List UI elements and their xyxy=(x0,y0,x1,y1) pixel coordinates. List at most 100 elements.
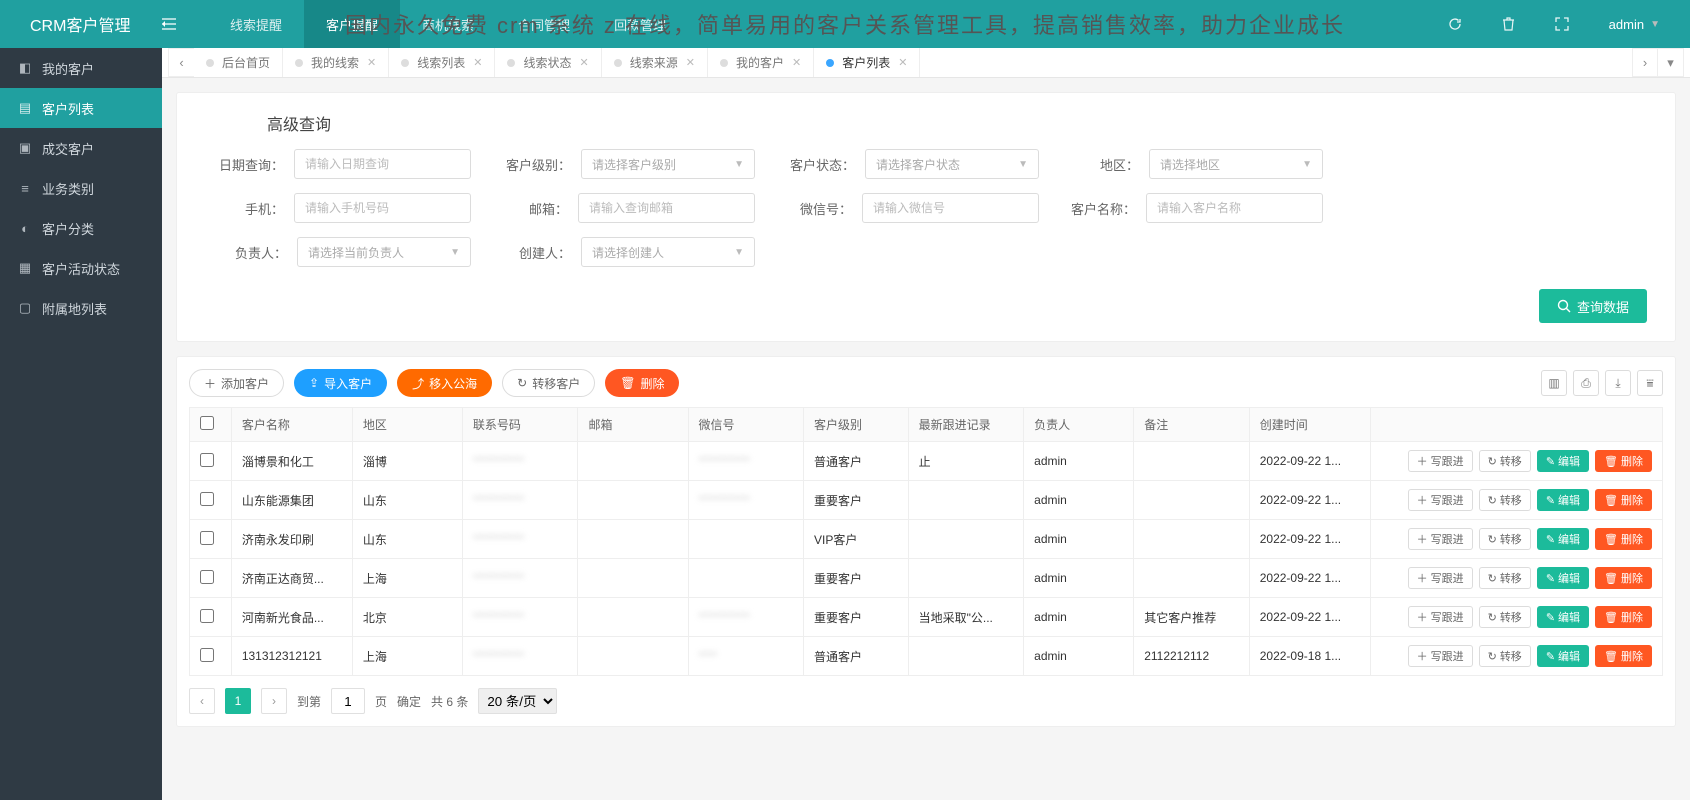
th-phone[interactable]: 联系号码 xyxy=(462,408,578,442)
row-delete-button[interactable]: 🗑删除 xyxy=(1595,489,1652,511)
th-owner[interactable]: 负责人 xyxy=(1024,408,1134,442)
refresh-icon[interactable] xyxy=(1448,17,1462,31)
row-edit-button[interactable]: ✎编辑 xyxy=(1537,528,1589,550)
row-checkbox[interactable] xyxy=(200,492,214,506)
select-owner[interactable]: 请选择当前负责人▼ xyxy=(297,237,471,267)
row-delete-button[interactable]: 🗑删除 xyxy=(1595,567,1652,589)
sidebar-item-3[interactable]: ≡业务类别 xyxy=(0,168,162,208)
to-public-button[interactable]: ⤴移入公海 xyxy=(397,369,492,397)
select-creator[interactable]: 请选择创建人▼ xyxy=(581,237,755,267)
pager-page-1[interactable]: 1 xyxy=(225,688,251,714)
select-area[interactable]: 请选择地区▼ xyxy=(1149,149,1323,179)
row-transfer-button[interactable]: ↻转移 xyxy=(1479,567,1531,589)
row-checkbox[interactable] xyxy=(200,453,214,467)
export-icon[interactable]: ⤓ xyxy=(1605,370,1631,396)
tab-3[interactable]: 线索状态✕ xyxy=(495,48,601,77)
tab-5[interactable]: 我的客户✕ xyxy=(708,48,814,77)
tab-6[interactable]: 客户列表✕ xyxy=(814,48,920,77)
pager-size-select[interactable]: 20 条/页 xyxy=(478,688,557,714)
row-transfer-button[interactable]: ↻转移 xyxy=(1479,645,1531,667)
pager-confirm[interactable]: 确定 xyxy=(397,693,421,710)
row-transfer-button[interactable]: ↻转移 xyxy=(1479,528,1531,550)
topnav-item-1[interactable]: 客户提醒 xyxy=(304,0,400,48)
row-edit-button[interactable]: ✎编辑 xyxy=(1537,645,1589,667)
pager-prev[interactable]: ‹ xyxy=(189,688,215,714)
tabs-prev[interactable]: ‹ xyxy=(168,48,194,77)
row-delete-button[interactable]: 🗑删除 xyxy=(1595,528,1652,550)
topnav-item-0[interactable]: 线索提醒 xyxy=(208,0,304,48)
th-name[interactable]: 客户名称 xyxy=(231,408,352,442)
tab-close-icon[interactable]: ✕ xyxy=(367,56,376,69)
row-transfer-button[interactable]: ↻转移 xyxy=(1479,606,1531,628)
row-edit-button[interactable]: ✎编辑 xyxy=(1537,567,1589,589)
topnav-item-2[interactable]: 商机线索 xyxy=(400,0,496,48)
th-wechat[interactable]: 微信号 xyxy=(688,408,804,442)
row-delete-button[interactable]: 🗑删除 xyxy=(1595,606,1652,628)
pager-goto-input[interactable] xyxy=(331,688,365,714)
row-edit-button[interactable]: ✎编辑 xyxy=(1537,450,1589,472)
row-transfer-button[interactable]: ↻转移 xyxy=(1479,450,1531,472)
row-delete-button[interactable]: 🗑删除 xyxy=(1595,450,1652,472)
query-button[interactable]: 查询数据 xyxy=(1539,289,1647,323)
input-phone[interactable] xyxy=(294,193,471,223)
checkbox-all[interactable] xyxy=(200,416,214,430)
print-icon[interactable]: ⎙ xyxy=(1573,370,1599,396)
sidebar-toggle[interactable] xyxy=(162,18,208,30)
delete-button[interactable]: 🗑删除 xyxy=(605,369,679,397)
input-date[interactable] xyxy=(294,149,471,179)
sidebar-item-5[interactable]: ▦客户活动状态 xyxy=(0,248,162,288)
sidebar-item-0[interactable]: ◧我的客户 xyxy=(0,48,162,88)
sidebar-item-6[interactable]: ▢附属地列表 xyxy=(0,288,162,328)
tab-close-icon[interactable]: ✕ xyxy=(686,56,695,69)
row-followup-button[interactable]: ＋写跟进 xyxy=(1408,450,1473,472)
input-wechat[interactable] xyxy=(862,193,1039,223)
trash-icon[interactable] xyxy=(1502,17,1515,31)
tab-close-icon[interactable]: ✕ xyxy=(580,56,589,69)
transfer-customer-button[interactable]: ↻转移客户 xyxy=(502,369,595,397)
th-email[interactable]: 邮箱 xyxy=(578,408,688,442)
row-delete-button[interactable]: 🗑删除 xyxy=(1595,645,1652,667)
th-level[interactable]: 客户级别 xyxy=(804,408,909,442)
row-followup-button[interactable]: ＋写跟进 xyxy=(1408,528,1473,550)
select-status[interactable]: 请选择客户状态▼ xyxy=(865,149,1039,179)
topnav-item-4[interactable]: 回款管理 xyxy=(592,0,688,48)
import-customer-button[interactable]: ⇪导入客户 xyxy=(294,369,387,397)
add-customer-button[interactable]: ＋添加客户 xyxy=(189,369,284,397)
fullscreen-icon[interactable] xyxy=(1555,17,1569,31)
row-checkbox[interactable] xyxy=(200,531,214,545)
row-transfer-button[interactable]: ↻转移 xyxy=(1479,489,1531,511)
row-followup-button[interactable]: ＋写跟进 xyxy=(1408,645,1473,667)
tab-4[interactable]: 线索来源✕ xyxy=(602,48,708,77)
user-menu[interactable]: admin ▼ xyxy=(1609,17,1660,32)
th-follow[interactable]: 最新跟进记录 xyxy=(908,408,1024,442)
sidebar-item-1[interactable]: ▤客户列表 xyxy=(0,88,162,128)
row-edit-button[interactable]: ✎编辑 xyxy=(1537,489,1589,511)
sidebar-item-4[interactable]: ◐客户分类 xyxy=(0,208,162,248)
columns-icon[interactable]: ▥ xyxy=(1541,370,1567,396)
tab-0[interactable]: 后台首页 xyxy=(194,48,283,77)
row-checkbox[interactable] xyxy=(200,570,214,584)
th-remark[interactable]: 备注 xyxy=(1134,408,1250,442)
row-followup-button[interactable]: ＋写跟进 xyxy=(1408,489,1473,511)
sidebar-item-2[interactable]: ▣成交客户 xyxy=(0,128,162,168)
tabs-next[interactable]: › xyxy=(1632,48,1658,77)
tabs-menu[interactable]: ▾ xyxy=(1658,48,1684,77)
input-name[interactable] xyxy=(1146,193,1323,223)
pager-next[interactable]: › xyxy=(261,688,287,714)
tab-close-icon[interactable]: ✕ xyxy=(792,56,801,69)
tab-2[interactable]: 线索列表✕ xyxy=(389,48,495,77)
th-time[interactable]: 创建时间 xyxy=(1249,408,1370,442)
tab-close-icon[interactable]: ✕ xyxy=(473,56,482,69)
tab-close-icon[interactable]: ✕ xyxy=(898,56,907,69)
row-checkbox[interactable] xyxy=(200,648,214,662)
settings-icon[interactable]: ⩸ xyxy=(1637,370,1663,396)
tab-1[interactable]: 我的线索✕ xyxy=(283,48,389,77)
topnav-item-3[interactable]: 合同管理 xyxy=(496,0,592,48)
select-level[interactable]: 请选择客户级别▼ xyxy=(581,149,755,179)
row-followup-button[interactable]: ＋写跟进 xyxy=(1408,606,1473,628)
row-checkbox[interactable] xyxy=(200,609,214,623)
row-edit-button[interactable]: ✎编辑 xyxy=(1537,606,1589,628)
input-email[interactable] xyxy=(578,193,755,223)
th-area[interactable]: 地区 xyxy=(352,408,462,442)
row-followup-button[interactable]: ＋写跟进 xyxy=(1408,567,1473,589)
